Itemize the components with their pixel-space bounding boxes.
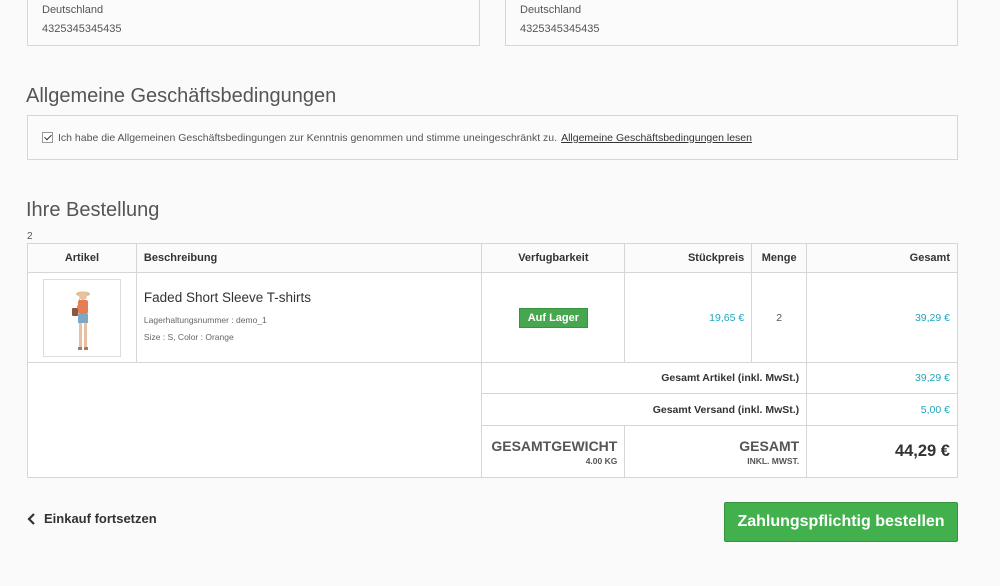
shipping-phone: 4325345345435 [520,23,600,35]
terms-checkbox[interactable] [42,132,53,143]
billing-address-box: Deutschland 4325345345435 [27,0,480,46]
item-count: 2 [27,231,33,242]
col-beschreibung: Beschreibung [135,243,483,273]
grand-total-label-cell: GESAMT INKL. MWST. [624,425,808,478]
col-artikel: Artikel [27,243,137,273]
articles-total-label: Gesamt Artikel (inkl. MwSt.) [481,362,808,394]
col-stueckpreis: Stückpreis [624,243,753,273]
product-image[interactable] [42,278,121,357]
line-total: 39,29 € [806,272,958,363]
shipping-address-box: Deutschland 4325345345435 [505,0,958,46]
weight-cell: GESAMTGEWICHT 4.00 KG [481,425,626,478]
terms-read-link[interactable]: Allgemeine Geschäftsbedingungen lesen [561,132,752,144]
cart-header-row: Artikel Beschreibung Verfugbarkeit Stück… [27,243,958,273]
shipping-total-value: 5,00 € [806,393,958,426]
billing-country: Deutschland [42,4,104,16]
articles-total-value: 39,29 € [806,362,958,394]
col-gesamt: Gesamt [806,243,958,273]
availability-cell: Auf Lager [481,272,626,363]
cart-table: Artikel Beschreibung Verfugbarkeit Stück… [26,243,958,478]
order-heading: Ihre Bestellung [26,199,160,221]
chevron-left-icon [27,512,35,525]
product-attributes: Size : S, Color : Orange [143,331,234,342]
shipping-country: Deutschland [520,4,582,16]
billing-phone: 4325345345435 [42,23,122,35]
grand-total-value: 44,29 € [806,425,958,478]
product-name[interactable]: Faded Short Sleeve T-shirts [144,290,481,305]
summary-articles-row: Gesamt Artikel (inkl. MwSt.) 39,29 € [26,362,958,478]
unit-price: 19,65 € [624,272,753,363]
weight-label: GESAMTGEWICHT [491,437,618,454]
quantity: 2 [751,272,808,363]
shipping-total-label: Gesamt Versand (inkl. MwSt.) [481,393,808,426]
product-image-cell [27,272,137,363]
availability-badge: Auf Lager [518,307,589,328]
product-description-cell: Faded Short Sleeve T-shirts Lagerhaltung… [135,272,483,363]
terms-box: Ich habe die Allgemeinen Geschäftsbeding… [27,115,958,160]
continue-shopping-link[interactable]: Einkauf fortsetzen [27,511,157,526]
continue-shopping-label: Einkauf fortsetzen [44,511,157,526]
col-menge: Menge [751,243,808,273]
product-sku: Lagerhaltungsnummer : demo_1 [143,314,267,325]
terms-heading: Allgemeine Geschäftsbedingungen [26,85,337,107]
weight-value: 4.00 KG [585,455,618,466]
terms-accept-text: Ich habe die Allgemeinen Geschäftsbeding… [58,131,558,144]
grand-total-sub: INKL. MWST. [747,455,800,466]
place-order-button[interactable]: Zahlungspflichtig bestellen [724,502,958,542]
table-row: Faded Short Sleeve T-shirts Lagerhaltung… [27,272,958,363]
col-verfugbarkeit: Verfugbarkeit [481,243,626,273]
grand-total-label: GESAMT [739,437,800,454]
